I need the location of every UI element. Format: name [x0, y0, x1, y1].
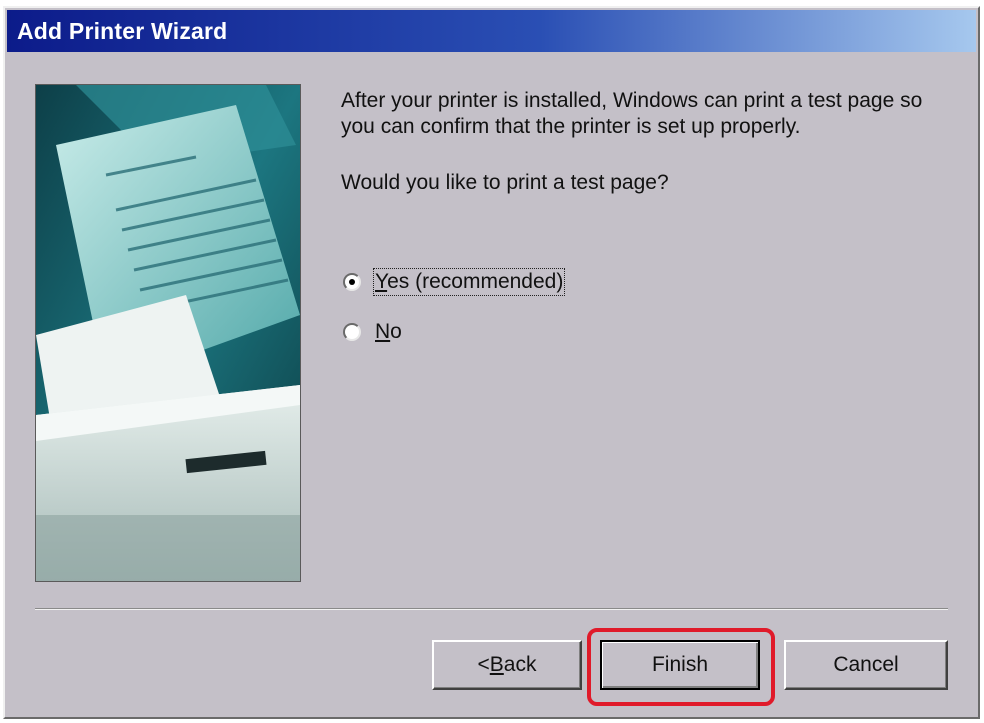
- radio-no-label[interactable]: No: [375, 320, 402, 344]
- cancel-button[interactable]: Cancel: [784, 640, 948, 690]
- content-area: After your printer is installed, Windows…: [341, 88, 961, 196]
- window-title: Add Printer Wizard: [17, 17, 228, 44]
- printer-illustration-icon: [35, 84, 301, 582]
- description-text: After your printer is installed, Windows…: [341, 89, 923, 138]
- radio-selected-dot-icon: [349, 279, 355, 285]
- add-printer-wizard-dialog: Add Printer Wizard After your printer is…: [3, 6, 980, 719]
- radio-yes-option[interactable]: Yes (recommended): [343, 268, 566, 296]
- radio-yes-button[interactable]: [343, 273, 361, 291]
- radio-yes-label[interactable]: Yes (recommended): [372, 268, 566, 296]
- radio-no-option[interactable]: No: [343, 320, 402, 344]
- separator-line: [35, 608, 948, 610]
- radio-no-button[interactable]: [343, 323, 361, 341]
- back-button[interactable]: < Back: [432, 640, 582, 690]
- question-text: Would you like to print a test page?: [341, 171, 669, 194]
- finish-button[interactable]: Finish: [600, 640, 760, 690]
- title-bar[interactable]: Add Printer Wizard: [7, 10, 976, 52]
